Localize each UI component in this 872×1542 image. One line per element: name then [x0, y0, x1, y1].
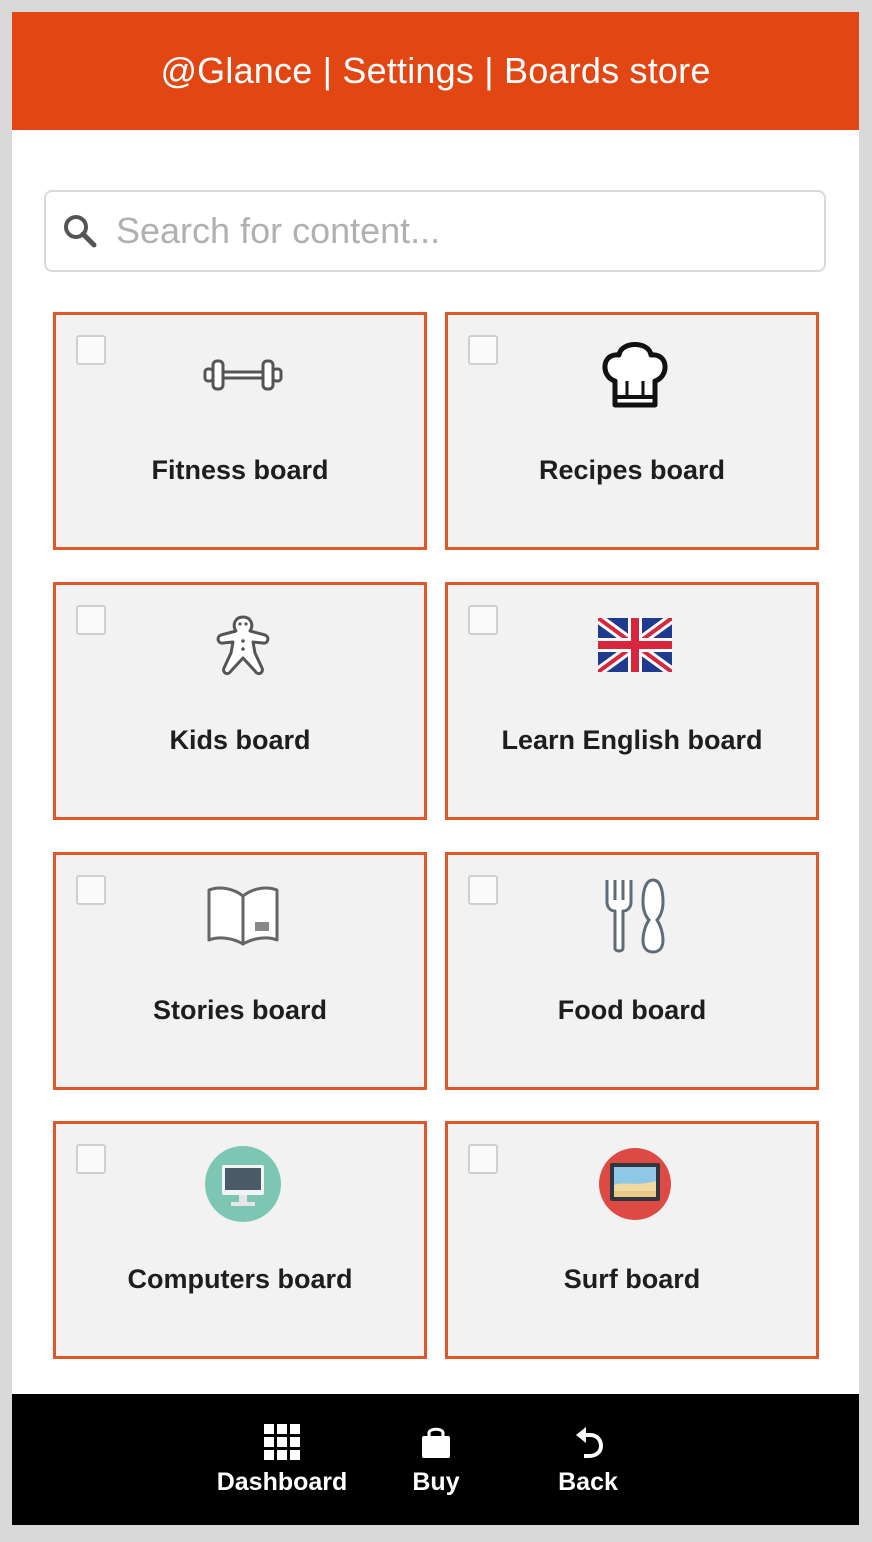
- board-label: Food board: [557, 995, 707, 1025]
- open-book-icon: [193, 875, 293, 955]
- beach-picture-icon: [585, 1144, 685, 1224]
- board-label: Fitness board: [151, 455, 329, 485]
- board-label: Kids board: [169, 725, 311, 755]
- nav-buy[interactable]: Buy: [396, 1394, 476, 1525]
- board-checkbox[interactable]: [468, 1144, 498, 1174]
- fork-spoon-icon: [585, 875, 685, 955]
- board-card-learn-english[interactable]: Learn English board: [445, 582, 819, 820]
- shopping-bag-icon: [420, 1422, 452, 1462]
- board-checkbox[interactable]: [468, 875, 498, 905]
- search-input[interactable]: [114, 209, 758, 253]
- app-frame: @Glance | Settings | Boards store Fitnes…: [12, 12, 859, 1525]
- nav-dashboard[interactable]: Dashboard: [217, 1394, 347, 1525]
- grid-icon: [264, 1422, 300, 1462]
- board-card-kids[interactable]: Kids board: [53, 582, 427, 820]
- board-label: Recipes board: [538, 455, 726, 485]
- gingerbread-man-icon: [193, 605, 293, 685]
- board-label: Learn English board: [501, 725, 763, 755]
- board-label: Computers board: [127, 1264, 353, 1294]
- board-checkbox[interactable]: [76, 605, 106, 635]
- board-card-stories[interactable]: Stories board: [53, 852, 427, 1090]
- bottom-nav: Dashboard Buy Back: [12, 1394, 859, 1525]
- computer-monitor-icon: [193, 1144, 293, 1224]
- board-card-food[interactable]: Food board: [445, 852, 819, 1090]
- uk-flag-icon: [585, 605, 685, 685]
- board-card-recipes[interactable]: Recipes board: [445, 312, 819, 550]
- app-header: @Glance | Settings | Boards store: [12, 12, 859, 130]
- nav-back[interactable]: Back: [548, 1394, 628, 1525]
- board-checkbox[interactable]: [76, 1144, 106, 1174]
- board-card-surf[interactable]: Surf board: [445, 1121, 819, 1359]
- undo-arrow-icon: [572, 1422, 604, 1462]
- board-card-computers[interactable]: Computers board: [53, 1121, 427, 1359]
- page-title: @Glance | Settings | Boards store: [160, 50, 711, 91]
- board-label: Surf board: [563, 1264, 701, 1294]
- nav-back-label: Back: [558, 1468, 618, 1496]
- board-card-fitness[interactable]: Fitness board: [53, 312, 427, 550]
- nav-dashboard-label: Dashboard: [216, 1468, 348, 1496]
- board-checkbox[interactable]: [468, 335, 498, 365]
- search-icon: [64, 215, 97, 248]
- dumbbell-icon: [193, 335, 293, 415]
- nav-buy-label: Buy: [412, 1468, 460, 1496]
- board-checkbox[interactable]: [468, 605, 498, 635]
- chef-hat-icon: [585, 335, 685, 415]
- board-checkbox[interactable]: [76, 335, 106, 365]
- board-label: Stories board: [152, 995, 328, 1025]
- search-bar[interactable]: [44, 190, 826, 272]
- board-checkbox[interactable]: [76, 875, 106, 905]
